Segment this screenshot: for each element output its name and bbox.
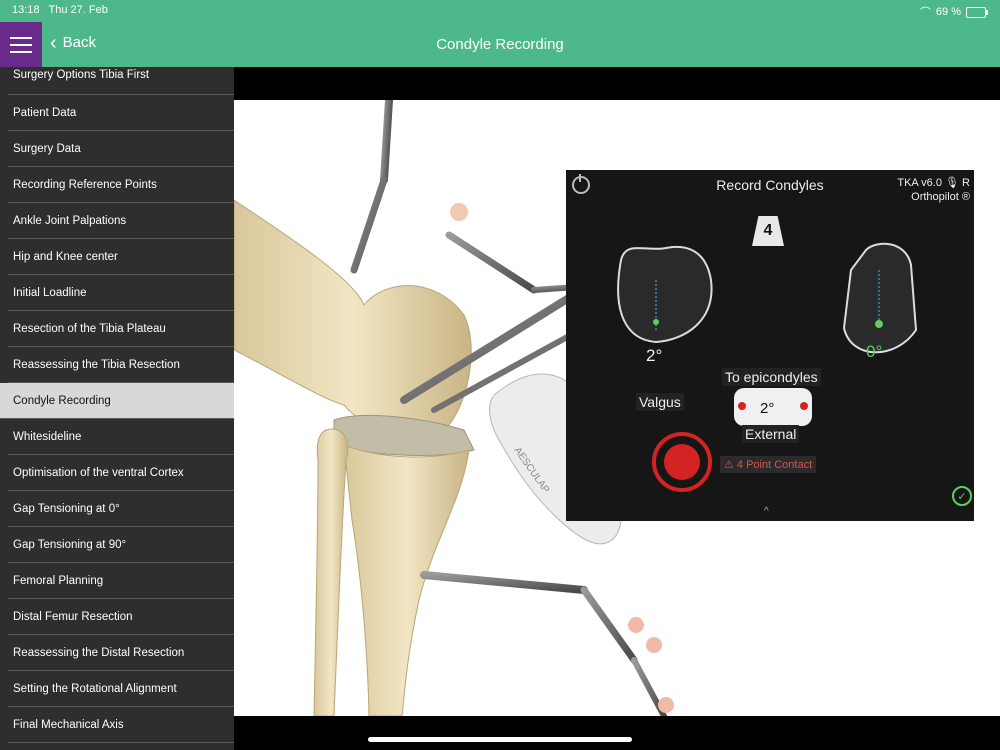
valgus-label: Valgus	[636, 393, 684, 411]
epicondyles-label: To epicondyles	[722, 368, 821, 386]
sidebar-item[interactable]: Distal Femur Resection	[8, 599, 234, 635]
femur	[234, 199, 472, 435]
status-time: 13:18 Thu 27. Feb	[12, 4, 108, 16]
date: Thu 27. Feb	[48, 4, 108, 16]
sidebar-item[interactable]: Femoral Planning	[8, 563, 234, 599]
sidebar-item[interactable]: Gap Tensioning at 90°	[8, 527, 234, 563]
sidebar-item[interactable]: Surgery Data	[8, 131, 234, 167]
record-button[interactable]	[652, 432, 712, 492]
warning-badge: ⚠ 4 Point Contact	[720, 456, 817, 473]
sidebar-item[interactable]: Recording Reference Points	[8, 167, 234, 203]
clock: 13:18	[12, 4, 40, 16]
sidebar-item[interactable]: Hip and Knee center	[8, 239, 234, 275]
chevron-up-icon[interactable]: ^	[764, 506, 769, 517]
sidebar-item[interactable]: Initial Loadline	[8, 275, 234, 311]
page-title: Condyle Recording	[436, 36, 564, 53]
sidebar-item[interactable]: Surgery Options Tibia First	[8, 67, 234, 95]
sidebar-item[interactable]: Optimisation of the ventral Cortex	[8, 455, 234, 491]
external-label: External	[742, 425, 800, 443]
sidebar-item[interactable]: Reassessing the Distal Resection	[8, 635, 234, 671]
varus-valgus-angle: 2°	[646, 346, 663, 365]
sidebar-item[interactable]: Reassessing the Tibia Resection	[8, 347, 234, 383]
fibula	[313, 428, 349, 716]
home-indicator[interactable]	[368, 737, 632, 742]
sidebar-item[interactable]: Resection of the Tibia Plateau	[8, 311, 234, 347]
wifi-icon: ⌒	[919, 7, 931, 19]
record-icon	[664, 444, 700, 480]
battery-percent: 69 %	[935, 6, 961, 18]
status-right: ⌒ 69 %	[919, 4, 988, 20]
sidebar-item[interactable]: Gap Tensioning at 0°	[8, 491, 234, 527]
sidebar[interactable]: Surgery Options Tibia First Patient Data S…	[0, 67, 234, 750]
sidebar-item[interactable]: Setting the Rotational Alignment	[8, 671, 234, 707]
battery-icon	[966, 6, 988, 18]
sidebar-item[interactable]: Condyle Recording	[0, 383, 234, 419]
sidebar-item[interactable]: Patient Data	[8, 95, 234, 131]
sidebar-item[interactable]: Final Mechanical Axis	[8, 707, 234, 743]
navigation-screen: Record Condyles TKA v6.0 🎙 R Orthopilot …	[566, 170, 974, 521]
rotation-angle: 2°	[760, 400, 775, 417]
top-bar: 13:18 Thu 27. Feb ⌒ 69 % ‹ Back Condyle …	[0, 0, 1000, 67]
sidebar-item[interactable]: Ankle Joint Palpations	[8, 203, 234, 239]
flexion-angle: 0°	[866, 342, 883, 361]
check-icon[interactable]: ✓	[952, 486, 972, 506]
sidebar-item[interactable]: Whitesideline	[8, 419, 234, 455]
